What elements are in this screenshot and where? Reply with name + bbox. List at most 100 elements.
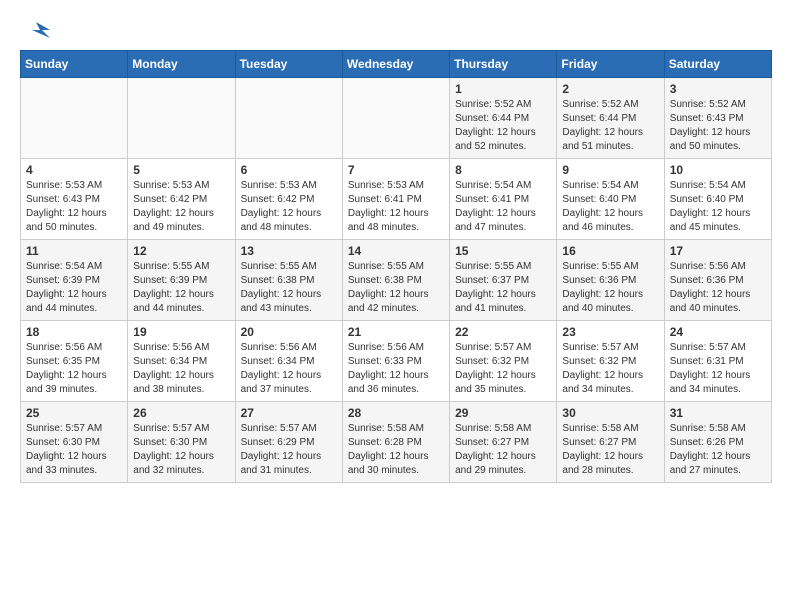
day-of-week-header: Thursday xyxy=(450,51,557,78)
calendar-week-row: 1 Sunrise: 5:52 AMSunset: 6:44 PMDaylight… xyxy=(21,78,772,159)
calendar-cell: 3Sunrise: 5:52 AMSunset: 6:43 PMDaylight… xyxy=(664,78,771,159)
calendar-table: SundayMondayTuesdayWednesdayThursdayFrid… xyxy=(20,50,772,483)
calendar-cell xyxy=(342,78,449,159)
day-number: 28 xyxy=(348,406,444,420)
day-info: Sunrise: 5:57 AMSunset: 6:31 PMDaylight:… xyxy=(670,341,766,397)
day-info: Sunrise: 5:53 AMSunset: 6:42 PMDaylight:… xyxy=(133,179,229,235)
calendar-cell: 31 Sunrise: 5:58 AMSunset: 6:26 PMDayligh… xyxy=(664,402,771,483)
calendar-cell: 28 Sunrise: 5:58 AMSunset: 6:28 PMDayligh… xyxy=(342,402,449,483)
calendar-cell: 12 Sunrise: 5:55 AMSunset: 6:39 PMDayligh… xyxy=(128,240,235,321)
day-of-week-header: Friday xyxy=(557,51,664,78)
day-number: 9 xyxy=(562,163,658,177)
day-number: 24 xyxy=(670,325,766,339)
header xyxy=(20,20,772,40)
calendar-cell: 22 Sunrise: 5:57 AMSunset: 6:32 PMDayligh… xyxy=(450,321,557,402)
day-info: Sunrise: 5:56 AMSunset: 6:33 PMDaylight:… xyxy=(348,341,444,397)
day-info: Sunrise: 5:58 AMSunset: 6:28 PMDaylight:… xyxy=(348,422,444,478)
day-info: Sunrise: 5:55 AMSunset: 6:38 PMDaylight:… xyxy=(241,260,337,316)
day-info: Sunrise: 5:57 AMSunset: 6:30 PMDaylight:… xyxy=(26,422,122,478)
calendar-week-row: 25 Sunrise: 5:57 AMSunset: 6:30 PMDayligh… xyxy=(21,402,772,483)
day-number: 12 xyxy=(133,244,229,258)
day-info: Sunrise: 5:56 AMSunset: 6:34 PMDaylight:… xyxy=(133,341,229,397)
calendar-cell: 11Sunrise: 5:54 AMSunset: 6:39 PMDayligh… xyxy=(21,240,128,321)
day-of-week-header: Sunday xyxy=(21,51,128,78)
calendar-cell: 2 Sunrise: 5:52 AMSunset: 6:44 PMDaylight… xyxy=(557,78,664,159)
day-info: Sunrise: 5:58 AMSunset: 6:26 PMDaylight:… xyxy=(670,422,766,478)
calendar-cell: 24 Sunrise: 5:57 AMSunset: 6:31 PMDayligh… xyxy=(664,321,771,402)
day-info: Sunrise: 5:55 AMSunset: 6:39 PMDaylight:… xyxy=(133,260,229,316)
day-info: Sunrise: 5:57 AMSunset: 6:30 PMDaylight:… xyxy=(133,422,229,478)
day-info: Sunrise: 5:53 AMSunset: 6:43 PMDaylight:… xyxy=(26,179,122,235)
calendar-cell: 26Sunrise: 5:57 AMSunset: 6:30 PMDayligh… xyxy=(128,402,235,483)
calendar-cell: 27 Sunrise: 5:57 AMSunset: 6:29 PMDayligh… xyxy=(235,402,342,483)
day-number: 21 xyxy=(348,325,444,339)
day-number: 11 xyxy=(26,244,122,258)
day-info: Sunrise: 5:56 AMSunset: 6:35 PMDaylight:… xyxy=(26,341,122,397)
day-info: Sunrise: 5:55 AMSunset: 6:37 PMDaylight:… xyxy=(455,260,551,316)
day-of-week-header: Monday xyxy=(128,51,235,78)
day-number: 16 xyxy=(562,244,658,258)
day-number: 15 xyxy=(455,244,551,258)
day-of-week-header: Tuesday xyxy=(235,51,342,78)
day-info: Sunrise: 5:57 AMSunset: 6:32 PMDaylight:… xyxy=(562,341,658,397)
day-number: 17 xyxy=(670,244,766,258)
day-of-week-header: Wednesday xyxy=(342,51,449,78)
day-number: 18 xyxy=(26,325,122,339)
calendar-cell: 29 Sunrise: 5:58 AMSunset: 6:27 PMDayligh… xyxy=(450,402,557,483)
calendar-cell: 23 Sunrise: 5:57 AMSunset: 6:32 PMDayligh… xyxy=(557,321,664,402)
calendar-cell xyxy=(128,78,235,159)
calendar-cell: 6 Sunrise: 5:53 AMSunset: 6:42 PMDaylight… xyxy=(235,159,342,240)
day-number: 4 xyxy=(26,163,122,177)
day-info: Sunrise: 5:54 AMSunset: 6:40 PMDaylight:… xyxy=(670,179,766,235)
day-info: Sunrise: 5:54 AMSunset: 6:40 PMDaylight:… xyxy=(562,179,658,235)
day-info: Sunrise: 5:52 AMSunset: 6:44 PMDaylight:… xyxy=(455,98,551,154)
day-info: Sunrise: 5:57 AMSunset: 6:32 PMDaylight:… xyxy=(455,341,551,397)
calendar-week-row: 18 Sunrise: 5:56 AMSunset: 6:35 PMDayligh… xyxy=(21,321,772,402)
day-info: Sunrise: 5:53 AMSunset: 6:42 PMDaylight:… xyxy=(241,179,337,235)
day-number: 6 xyxy=(241,163,337,177)
calendar-cell: 7 Sunrise: 5:53 AMSunset: 6:41 PMDaylight… xyxy=(342,159,449,240)
calendar-cell: 8 Sunrise: 5:54 AMSunset: 6:41 PMDaylight… xyxy=(450,159,557,240)
calendar-cell: 14 Sunrise: 5:55 AMSunset: 6:38 PMDayligh… xyxy=(342,240,449,321)
calendar-cell: 15 Sunrise: 5:55 AMSunset: 6:37 PMDayligh… xyxy=(450,240,557,321)
day-number: 2 xyxy=(562,82,658,96)
day-number: 22 xyxy=(455,325,551,339)
day-number: 31 xyxy=(670,406,766,420)
day-number: 23 xyxy=(562,325,658,339)
day-info: Sunrise: 5:56 AMSunset: 6:34 PMDaylight:… xyxy=(241,341,337,397)
calendar-cell: 18 Sunrise: 5:56 AMSunset: 6:35 PMDayligh… xyxy=(21,321,128,402)
day-number: 25 xyxy=(26,406,122,420)
day-info: Sunrise: 5:55 AMSunset: 6:36 PMDaylight:… xyxy=(562,260,658,316)
calendar-cell: 30Sunrise: 5:58 AMSunset: 6:27 PMDayligh… xyxy=(557,402,664,483)
day-info: Sunrise: 5:57 AMSunset: 6:29 PMDaylight:… xyxy=(241,422,337,478)
day-number: 1 xyxy=(455,82,551,96)
calendar-cell: 20 Sunrise: 5:56 AMSunset: 6:34 PMDayligh… xyxy=(235,321,342,402)
day-number: 14 xyxy=(348,244,444,258)
day-of-week-header: Saturday xyxy=(664,51,771,78)
calendar-header-row: SundayMondayTuesdayWednesdayThursdayFrid… xyxy=(21,51,772,78)
calendar-cell: 9 Sunrise: 5:54 AMSunset: 6:40 PMDaylight… xyxy=(557,159,664,240)
day-info: Sunrise: 5:53 AMSunset: 6:41 PMDaylight:… xyxy=(348,179,444,235)
day-info: Sunrise: 5:58 AMSunset: 6:27 PMDaylight:… xyxy=(455,422,551,478)
calendar-week-row: 11Sunrise: 5:54 AMSunset: 6:39 PMDayligh… xyxy=(21,240,772,321)
day-info: Sunrise: 5:52 AMSunset: 6:44 PMDaylight:… xyxy=(562,98,658,154)
day-number: 7 xyxy=(348,163,444,177)
day-number: 20 xyxy=(241,325,337,339)
day-info: Sunrise: 5:52 AMSunset: 6:43 PMDaylight:… xyxy=(670,98,766,154)
day-info: Sunrise: 5:56 AMSunset: 6:36 PMDaylight:… xyxy=(670,260,766,316)
day-number: 29 xyxy=(455,406,551,420)
calendar-cell: 16 Sunrise: 5:55 AMSunset: 6:36 PMDayligh… xyxy=(557,240,664,321)
calendar-cell: 4 Sunrise: 5:53 AMSunset: 6:43 PMDaylight… xyxy=(21,159,128,240)
day-info: Sunrise: 5:54 AMSunset: 6:41 PMDaylight:… xyxy=(455,179,551,235)
calendar-cell: 17 Sunrise: 5:56 AMSunset: 6:36 PMDayligh… xyxy=(664,240,771,321)
day-info: Sunrise: 5:55 AMSunset: 6:38 PMDaylight:… xyxy=(348,260,444,316)
day-number: 8 xyxy=(455,163,551,177)
calendar-week-row: 4 Sunrise: 5:53 AMSunset: 6:43 PMDaylight… xyxy=(21,159,772,240)
calendar-cell: 1 Sunrise: 5:52 AMSunset: 6:44 PMDaylight… xyxy=(450,78,557,159)
day-number: 27 xyxy=(241,406,337,420)
logo-bird-icon xyxy=(22,20,50,40)
day-number: 19 xyxy=(133,325,229,339)
calendar-cell: 21 Sunrise: 5:56 AMSunset: 6:33 PMDayligh… xyxy=(342,321,449,402)
day-number: 30 xyxy=(562,406,658,420)
calendar-cell xyxy=(235,78,342,159)
